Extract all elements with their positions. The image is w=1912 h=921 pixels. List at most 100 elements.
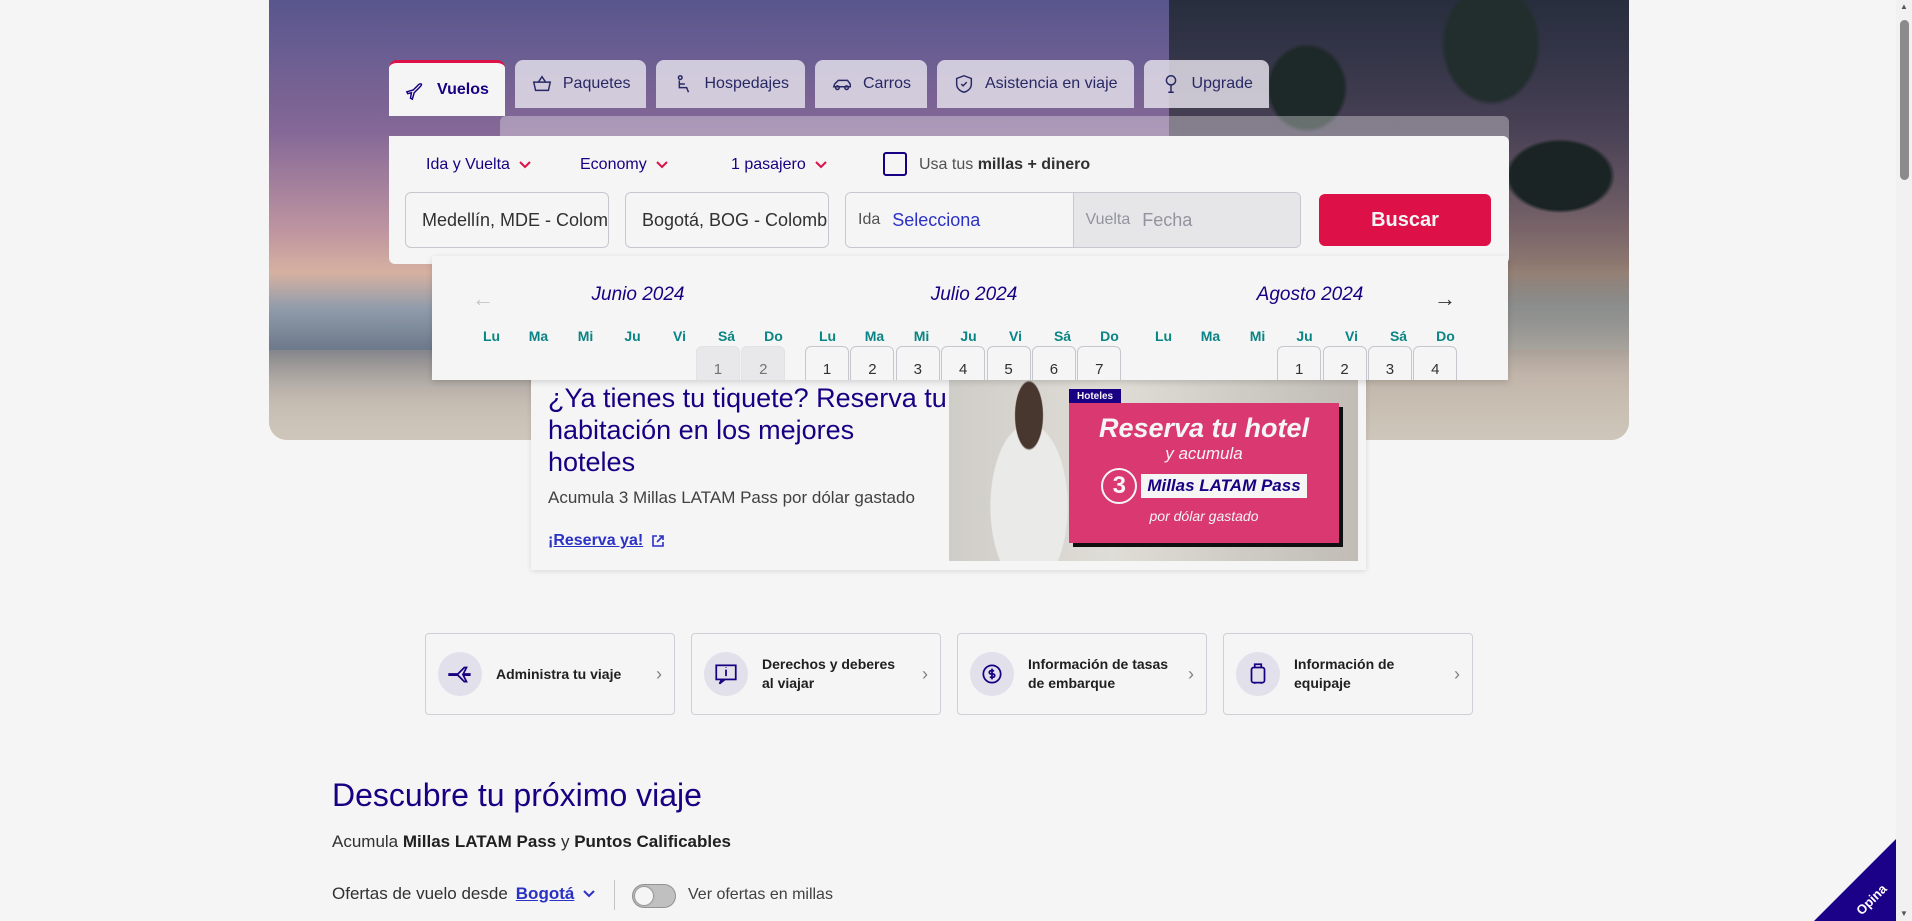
toggle-knob — [635, 887, 653, 905]
tab-upgrade[interactable]: Upgrade — [1143, 60, 1269, 108]
tab-vuelos[interactable]: Vuelos — [389, 60, 505, 116]
weekday-label: Ma — [1200, 328, 1221, 344]
weekday-label: Do — [1436, 328, 1455, 344]
tab-label: Vuelos — [437, 80, 489, 98]
weekday-header: Lu Ma Mi Ju Vi Sá Do — [1140, 328, 1469, 344]
promo-title: ¿Ya tienes tu tiquete? Reserva tu habita… — [548, 383, 947, 477]
weekday-label: Mi — [577, 328, 594, 344]
calendar-day[interactable]: 1 — [805, 346, 849, 380]
month-title: Agosto 2024 — [1256, 284, 1364, 305]
promo-image: Hoteles Reserva tu hotel y acumula 3 Mil… — [949, 379, 1358, 561]
chevron-down-icon — [655, 161, 668, 169]
calendar-day[interactable]: 3 — [1367, 346, 1412, 380]
sub-prefix: Acumula — [332, 832, 403, 851]
upgrade-icon — [1165, 75, 1176, 93]
prev-month-arrow-icon[interactable]: ← — [472, 286, 494, 312]
trip-type-select[interactable]: Ida y Vuelta — [426, 156, 532, 174]
search-button[interactable]: Buscar — [1319, 194, 1491, 246]
calendar-day[interactable]: 5 — [986, 346, 1031, 380]
miles-checkbox[interactable] — [883, 152, 907, 176]
weekday-label: Lu — [818, 328, 837, 344]
sub-bold-2: Puntos Calificables — [574, 832, 732, 851]
miles-toggle-label: Ver ofertas en millas — [688, 886, 833, 903]
tab-label: Carros — [862, 75, 911, 92]
miles-toggle[interactable] — [632, 884, 676, 908]
tab-asistencia[interactable]: Asistencia en viaje — [937, 60, 1134, 108]
promo-graphic-title: Reserva tu hotel — [1098, 413, 1310, 443]
weekday-label: Ju — [960, 328, 977, 344]
next-month-arrow-icon[interactable]: → — [1434, 286, 1456, 312]
sub-mid: y — [556, 832, 575, 851]
calendar-day[interactable]: 2 — [1322, 346, 1367, 380]
discover-subtitle: Acumula Millas LATAM Pass y Puntos Calif… — [332, 832, 731, 852]
departure-value: Selecciona — [892, 209, 981, 230]
scroll-down-icon[interactable]: ▼ — [1899, 909, 1909, 919]
calendar-day[interactable]: 4 — [1413, 346, 1458, 380]
offers-city-select[interactable]: Bogotá — [516, 884, 575, 904]
scrollbar[interactable]: ▲ ▼ — [1896, 0, 1912, 921]
tab-paquetes[interactable]: Paquetes — [514, 60, 647, 108]
calendar-day[interactable]: 3 — [895, 346, 940, 380]
month-title: Junio 2024 — [591, 284, 685, 305]
month-title: Julio 2024 — [930, 284, 1018, 305]
weekday-label: Ma — [864, 328, 885, 344]
plane-icon — [438, 652, 482, 696]
bed-icon — [678, 75, 690, 93]
calendar-day[interactable]: 4 — [941, 346, 986, 380]
weekday-label: Mi — [913, 328, 930, 344]
weekday-label: Do — [764, 328, 783, 344]
destination-input[interactable]: Bogotá, BOG - Colombia — [625, 192, 829, 248]
search-panel: Ida y Vuelta Economy 1 pasajero Usa tus … — [389, 136, 1509, 264]
tab-label: Hospedajes — [704, 75, 789, 92]
weekday-label: Do — [1100, 328, 1119, 344]
chevron-right-icon: › — [922, 663, 928, 684]
weekday-label: Lu — [482, 328, 501, 344]
promo-graphic: Reserva tu hotel y acumula 3 Millas LATA… — [1069, 403, 1339, 543]
week-row: 1234567 — [805, 346, 1123, 380]
origin-value: Medellín, MDE - Colombia — [422, 209, 609, 230]
scroll-up-icon[interactable]: ▲ — [1899, 2, 1909, 12]
chevron-down-icon — [815, 161, 827, 169]
promo-graphic-sub: y acumula — [1165, 444, 1243, 463]
tab-label: Upgrade — [1191, 75, 1253, 92]
scrollbar-thumb[interactable] — [1900, 20, 1909, 180]
week-row: 1234 — [1141, 346, 1459, 380]
passengers-select[interactable]: 1 pasajero — [731, 156, 828, 174]
weekday-header: Lu Ma Mi Ju Vi Sá Do — [468, 328, 797, 344]
origin-input[interactable]: Medellín, MDE - Colombia — [405, 192, 609, 248]
quicklink-label: Administra tu viaje — [496, 665, 622, 682]
quicklink-tasas[interactable]: Información de tasas de embarque › — [957, 633, 1207, 715]
weekday-label: Lu — [1154, 328, 1173, 344]
return-date-input[interactable]: Vuelta Fecha — [1072, 193, 1300, 247]
product-tabs: Vuelos Paquetes Hospedajes Carros Asiste… — [389, 60, 1269, 116]
weekday-label: Sá — [717, 328, 736, 344]
weekday-label: Sá — [1389, 328, 1408, 344]
tab-carros[interactable]: Carros — [814, 60, 927, 108]
weekday-label: Vi — [673, 328, 686, 344]
tab-label: Asistencia en viaje — [985, 75, 1118, 92]
calendar-day[interactable]: 7 — [1077, 346, 1122, 380]
chevron-down-icon — [583, 890, 596, 898]
calendar-day[interactable]: 6 — [1031, 346, 1076, 380]
chevron-right-icon: › — [1188, 663, 1194, 684]
weekday-label: Mi — [1249, 328, 1266, 344]
page: Vuelos Paquetes Hospedajes Carros Asiste… — [0, 0, 1912, 921]
calendar-day[interactable]: 2 — [850, 346, 895, 380]
week-row: 12 — [469, 346, 787, 380]
chevron-right-icon: › — [656, 663, 662, 684]
promo-link-label: ¡Reserva ya! — [548, 532, 644, 549]
date-range-field: Ida Selecciona Vuelta Fecha — [845, 192, 1301, 248]
quicklink-administra[interactable]: Administra tu viaje › — [425, 633, 675, 715]
cabin-select[interactable]: Economy — [580, 156, 669, 174]
offers-origin: Ofertas de vuelo desde Bogotá — [332, 884, 596, 904]
chevron-down-icon — [519, 161, 531, 169]
quicklink-derechos[interactable]: Derechos y deberes al viajar › — [691, 633, 941, 715]
return-value: Fecha — [1142, 209, 1193, 230]
promo-graphic-highlight: Millas LATAM Pass — [1141, 474, 1307, 498]
promo-link[interactable]: ¡Reserva ya! — [548, 532, 665, 550]
departure-date-input[interactable]: Ida Selecciona — [846, 193, 1073, 247]
calendar-day[interactable]: 1 — [1277, 346, 1322, 380]
offers-label: Ofertas de vuelo desde — [332, 884, 508, 903]
quicklink-equipaje[interactable]: Información de equipaje › — [1223, 633, 1473, 715]
tab-hospedajes[interactable]: Hospedajes — [656, 60, 805, 108]
